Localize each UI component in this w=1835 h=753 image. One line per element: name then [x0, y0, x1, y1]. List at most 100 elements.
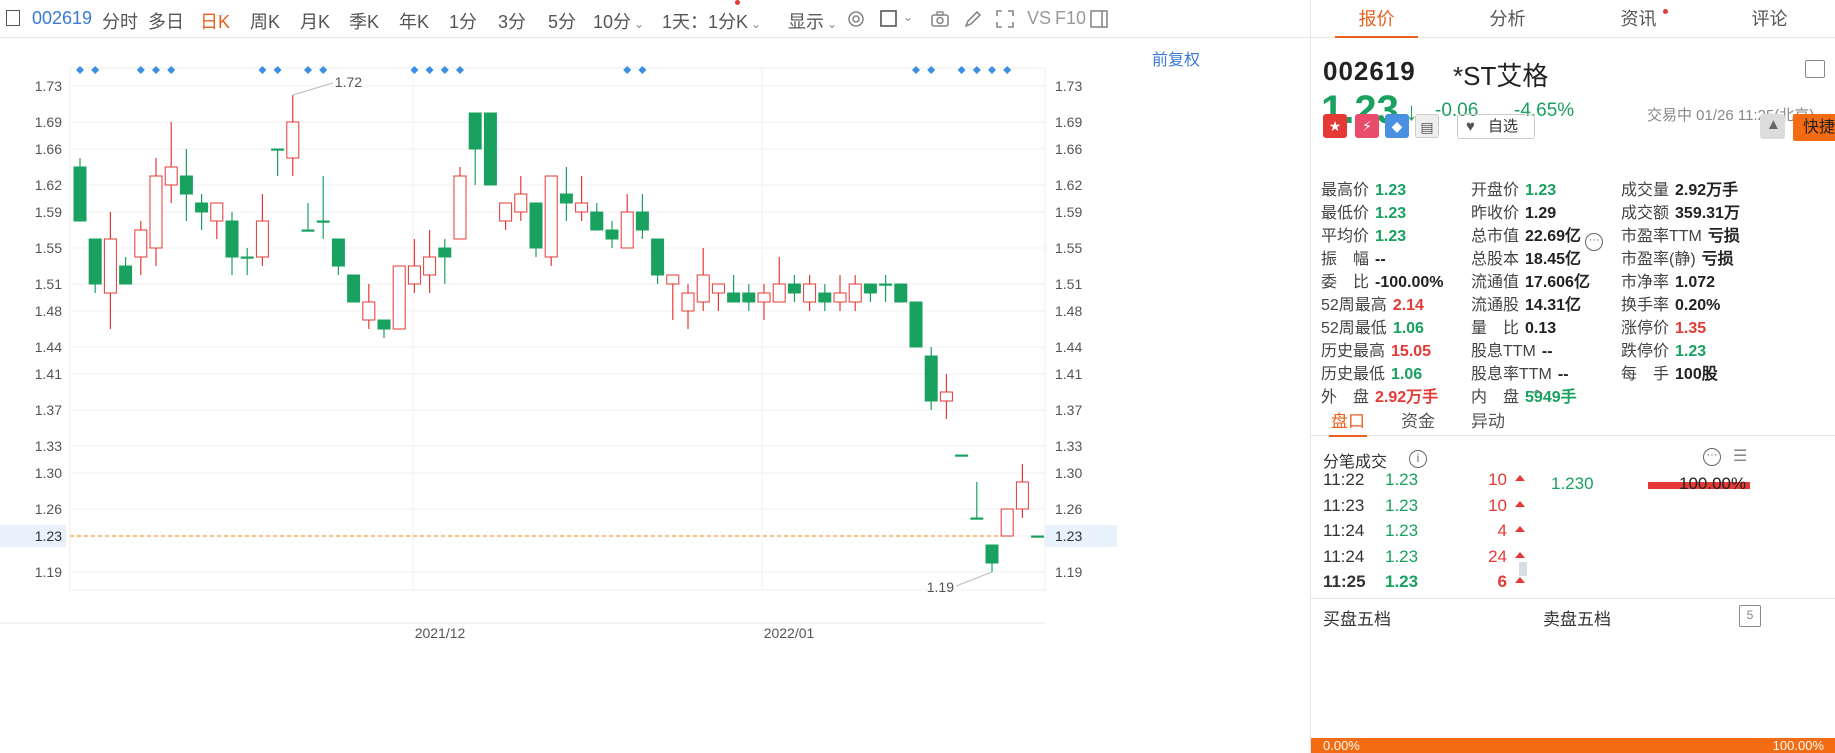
sidebar-toggle-icon[interactable]: [6, 10, 20, 26]
quote-cell: 流通股 14.31亿: [1471, 291, 1581, 315]
fullscreen-icon[interactable]: [995, 9, 1015, 29]
candle-body: [833, 292, 847, 303]
quote-value: 1.29: [1525, 205, 1557, 222]
candle-body: [468, 112, 482, 150]
bookmark-icon[interactable]: ▤: [1415, 114, 1439, 138]
y-tick-label-right: 1.59: [1055, 204, 1082, 220]
period-1min[interactable]: 1分: [449, 8, 477, 34]
scroll-thumb[interactable]: [1519, 562, 1527, 576]
candle: [392, 265, 406, 330]
tick-price: 1.23: [1385, 521, 1419, 540]
tick-time: 11:22: [1323, 470, 1365, 489]
candle: [924, 347, 938, 410]
event-marker: [136, 66, 145, 74]
tab-quote[interactable]: 报价: [1311, 0, 1442, 38]
tick-time: 11:24: [1323, 546, 1365, 566]
up-arrow-icon: [1515, 577, 1525, 583]
quick-trade-button[interactable]: 快捷交易: [1793, 114, 1835, 141]
candle-body: [879, 283, 893, 286]
period-monthly[interactable]: 月K: [300, 8, 330, 34]
tab-news[interactable]: 资讯: [1573, 0, 1704, 37]
period-3min[interactable]: 3分: [498, 8, 526, 34]
quote-value: --: [1375, 251, 1386, 268]
collapse-icon[interactable]: ︿: [1531, 380, 1543, 397]
buy-five-label: 买盘五档: [1323, 610, 1391, 629]
kline-chart[interactable]: 前复权 1.73 1.73 1.69 1.69 1.66 1.66 1.62 1.62 1.59…: [0, 38, 1310, 753]
indicator-box-icon[interactable]: [879, 9, 899, 29]
range-select-label: 1天：1分K: [662, 12, 749, 32]
list-icon[interactable]: ☰: [1733, 446, 1747, 466]
quote-value: 0.20%: [1675, 297, 1721, 314]
candle: [134, 221, 148, 275]
chevron-down-icon[interactable]: ⌄: [903, 10, 913, 24]
china-flag-icon[interactable]: ★: [1323, 114, 1347, 138]
tab-comments[interactable]: 评论: [1704, 0, 1835, 37]
subtab-book[interactable]: 盘口: [1329, 407, 1367, 437]
f10-button[interactable]: F10: [1055, 8, 1086, 29]
candle: [468, 112, 482, 185]
panel-toggle-icon[interactable]: [1089, 9, 1109, 29]
event-marker: [425, 66, 434, 74]
candle-body: [392, 265, 406, 330]
toolbar-stock-code: 002619: [32, 8, 93, 28]
event-marker: [988, 66, 996, 74]
camera-icon[interactable]: [930, 9, 950, 29]
range-select[interactable]: 1天：1分K ⌄: [662, 8, 761, 34]
period-daily[interactable]: 日K: [200, 8, 230, 34]
compare-button[interactable]: VS: [1027, 8, 1051, 29]
settings-icon[interactable]: [846, 9, 866, 29]
candle: [271, 148, 285, 176]
candle: [514, 176, 528, 221]
candle-body: [757, 292, 771, 303]
event-marker: [1003, 66, 1012, 74]
period-yearly[interactable]: 年K: [399, 8, 429, 34]
max-annotation-line: [292, 82, 333, 96]
candle: [529, 202, 543, 257]
quote-value: 1.35: [1675, 320, 1707, 337]
tab-analysis[interactable]: 分析: [1442, 0, 1573, 37]
quote-value: 1.072: [1675, 274, 1716, 291]
quote-label: 52周最低: [1321, 320, 1387, 337]
quote-value: 359.31万: [1675, 205, 1740, 222]
subtab-events[interactable]: 异动: [1471, 407, 1505, 432]
candle-body: [195, 202, 209, 213]
pencil-icon[interactable]: [963, 9, 983, 29]
event-marker: [410, 66, 419, 74]
quote-row: 最高价 1.23 开盘价 1.23 成交量 2.92万手: [1311, 176, 1835, 199]
candle-body: [453, 175, 467, 240]
candle-body: [119, 265, 133, 285]
candle-body: [362, 301, 376, 321]
quote-row: 委 比 -100.00% 流通值 17.606亿 市净率 1.072: [1311, 268, 1835, 291]
tag-icon[interactable]: ◆: [1385, 114, 1409, 138]
candle: [225, 212, 239, 275]
candle-body: [179, 175, 193, 195]
y-tick-label-left: 1.51: [35, 276, 62, 292]
period-10min[interactable]: 10分 ⌄: [593, 8, 644, 34]
candle: [879, 275, 893, 302]
quote-cell: 历史最低 1.06: [1321, 360, 1422, 384]
candle-body: [377, 319, 391, 330]
current-price-label-left: 1.23: [35, 528, 62, 544]
book-toggle-icon[interactable]: 5: [1739, 605, 1761, 627]
hot-icon[interactable]: ⚡: [1355, 114, 1379, 138]
display-select[interactable]: 显示 ⌄: [788, 8, 837, 34]
y-tick-label-right: 1.41: [1055, 366, 1082, 382]
period-quarterly[interactable]: 季K: [349, 8, 379, 34]
period-weekly[interactable]: 周K: [250, 8, 280, 34]
subtab-funds[interactable]: 资金: [1401, 407, 1435, 432]
quote-label: 最低价: [1321, 205, 1370, 222]
add-favorite-button[interactable]: ♥ 自选: [1457, 114, 1535, 139]
candle: [438, 239, 452, 284]
candle: [195, 194, 209, 230]
info-icon[interactable]: i: [1409, 450, 1427, 468]
tick-vol: 4: [1497, 521, 1507, 540]
event-marker: [91, 66, 100, 74]
bell-icon[interactable]: ▲: [1760, 114, 1785, 139]
period-fenshi[interactable]: 分时: [102, 8, 138, 34]
menu-icon[interactable]: [1805, 60, 1825, 78]
period-multiday[interactable]: 多日: [148, 8, 184, 34]
candle-body: [88, 238, 102, 285]
more-icon[interactable]: ···: [1703, 448, 1721, 466]
candle: [255, 194, 269, 266]
period-5min[interactable]: 5分: [548, 8, 576, 34]
